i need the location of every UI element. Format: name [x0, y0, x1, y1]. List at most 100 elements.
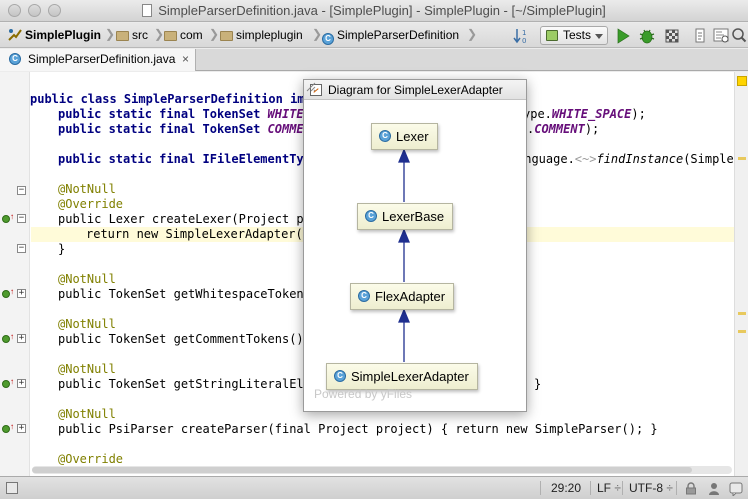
expand-fold-icon[interactable]: +: [17, 334, 26, 343]
expand-fold-icon[interactable]: +: [17, 379, 26, 388]
overrides-arrow-icon: ↑: [10, 332, 14, 341]
code-token: );: [631, 107, 646, 121]
code-token: public static final TokenSet: [58, 107, 268, 121]
uml-class-simplelexeradapter[interactable]: C SimpleLexerAdapter: [326, 363, 478, 390]
scrollbar-thumb[interactable]: [32, 467, 692, 473]
implements-method-icon[interactable]: [2, 425, 10, 433]
caret-position[interactable]: 29:20: [551, 477, 581, 499]
code-line: public static final TokenSet WHITE_: [58, 107, 311, 122]
method-declaration: public TokenSet getStringLiteralEle: [58, 377, 311, 391]
uml-class-label: FlexAdapter: [375, 289, 446, 304]
inspector-icon[interactable]: [706, 481, 722, 496]
breadcrumb-com[interactable]: com: [164, 27, 203, 44]
status-divider: [622, 481, 623, 495]
code-line: public static final IFileElementTyp: [58, 152, 311, 167]
breadcrumb-separator: ❯: [154, 27, 165, 41]
window-title: SimpleParserDefinition.java - [SimplePlu…: [0, 3, 748, 18]
resize-grip-icon[interactable]: [304, 80, 316, 92]
code-line: return new SimpleLexerAdapter(): [86, 227, 310, 241]
breadcrumb-separator: ❯: [209, 27, 220, 41]
gutter-markers[interactable]: ↑ +: [2, 333, 26, 345]
annotation: @NotNull: [58, 362, 116, 376]
code-token: WHITE_SPACE: [551, 107, 632, 121]
breadcrumb-src[interactable]: src: [116, 27, 148, 44]
settings-icon[interactable]: [712, 26, 730, 45]
debug-icon[interactable]: [638, 26, 656, 45]
implements-method-icon[interactable]: [2, 290, 10, 298]
line-separator: LF: [597, 481, 612, 495]
editor-gutter[interactable]: − ↑ − − ↑ + ↑ + ↑ + ↑ +: [0, 72, 30, 476]
close-tab-icon[interactable]: ×: [182, 49, 189, 70]
code-token: public static final IFileElementTyp: [58, 152, 311, 166]
class-icon: C: [9, 53, 21, 65]
uml-class-lexer[interactable]: C Lexer: [371, 123, 438, 150]
fold-marker[interactable]: −: [2, 243, 26, 255]
breadcrumb-class[interactable]: C SimpleParserDefinition: [322, 27, 459, 45]
code-line: }: [58, 242, 66, 256]
annotation: @NotNull: [58, 182, 116, 196]
uml-class-flexadapter[interactable]: C FlexAdapter: [350, 283, 455, 310]
implements-method-icon[interactable]: [2, 335, 10, 343]
encoding-widget[interactable]: UTF-8 ÷: [629, 477, 673, 499]
code-token: public static final TokenSet: [58, 122, 268, 136]
gutter-markers[interactable]: ↑ +: [2, 423, 26, 435]
sort-icon[interactable]: 1 0: [512, 26, 532, 45]
tab-simpleparserdefinition[interactable]: C SimpleParserDefinition.java ×: [0, 49, 196, 71]
implements-method-icon[interactable]: [2, 380, 10, 388]
breadcrumb-label: src: [132, 28, 148, 42]
encoding: UTF-8: [629, 481, 663, 495]
warning-stripe-mark[interactable]: [738, 312, 746, 315]
method-declaration: public PsiParser createParser(final Proj…: [58, 422, 658, 436]
fold-marker[interactable]: −: [2, 185, 26, 197]
gutter-markers[interactable]: ↑ −: [2, 213, 26, 225]
warning-stripe-mark[interactable]: [738, 157, 746, 160]
folder-icon: [116, 31, 129, 41]
code-token: ype.: [523, 107, 552, 121]
vcs-icon[interactable]: [693, 26, 707, 45]
overrides-arrow-icon: ↑: [10, 377, 14, 386]
inheritance-arrowhead: [398, 228, 410, 243]
coverage-icon[interactable]: [663, 26, 681, 45]
inheritance-arrowhead: [398, 308, 410, 323]
implements-method-icon[interactable]: [2, 215, 10, 223]
overrides-arrow-icon: ↑: [10, 212, 14, 221]
horizontal-scrollbar[interactable]: [32, 466, 732, 474]
uml-class-label: SimpleLexerAdapter: [351, 369, 469, 384]
chevron-down-icon: [595, 34, 603, 39]
warning-indicator-icon[interactable]: [737, 76, 747, 86]
error-stripe[interactable]: [734, 72, 748, 476]
svg-text:0: 0: [522, 37, 526, 45]
annotation: @NotNull: [58, 407, 116, 421]
gutter-markers[interactable]: ↑ +: [2, 288, 26, 300]
diagram-popup[interactable]: Diagram for SimpleLexerAdapter C Lexer CL…: [303, 79, 527, 412]
breadcrumb-simpleplugin[interactable]: simpleplugin: [220, 27, 303, 44]
class-icon: C: [358, 290, 370, 302]
expand-fold-icon[interactable]: +: [17, 289, 26, 298]
breadcrumb-separator: ❯: [467, 27, 478, 41]
fold-toggle-icon[interactable]: −: [17, 214, 26, 223]
method-declaration: public TokenSet getCommentTokens(): [58, 332, 304, 346]
line-separator-widget[interactable]: LF ÷: [597, 477, 621, 499]
method-declaration: public Lexer createLexer(Project pr: [58, 212, 311, 226]
class-icon: C: [379, 130, 391, 142]
gutter-markers[interactable]: ↑ +: [2, 378, 26, 390]
run-icon[interactable]: [615, 26, 631, 45]
search-icon[interactable]: [731, 26, 747, 45]
breadcrumb-label: com: [180, 28, 203, 42]
event-log-icon[interactable]: [728, 481, 744, 496]
editor-tab-bar: C SimpleParserDefinition.java ×: [0, 49, 748, 71]
expand-fold-icon[interactable]: +: [17, 424, 26, 433]
breadcrumb-project[interactable]: SimplePlugin: [8, 27, 101, 44]
uml-class-lexerbase[interactable]: C LexerBase: [357, 203, 454, 230]
code-line: public static final TokenSet COMMEN: [58, 122, 311, 137]
inheritance-arrowhead: [398, 148, 410, 163]
class-declaration: public class SimpleParserDefinition imp: [30, 92, 312, 106]
breadcrumb-label: simpleplugin: [236, 28, 303, 42]
run-configuration-select[interactable]: Tests: [540, 26, 608, 45]
lock-icon[interactable]: [684, 482, 698, 495]
code-token: COMMENT: [534, 122, 585, 136]
status-divider: [540, 481, 541, 495]
code-token: (Simple: [683, 152, 734, 166]
tool-windows-icon[interactable]: [6, 482, 18, 494]
warning-stripe-mark[interactable]: [738, 330, 746, 333]
